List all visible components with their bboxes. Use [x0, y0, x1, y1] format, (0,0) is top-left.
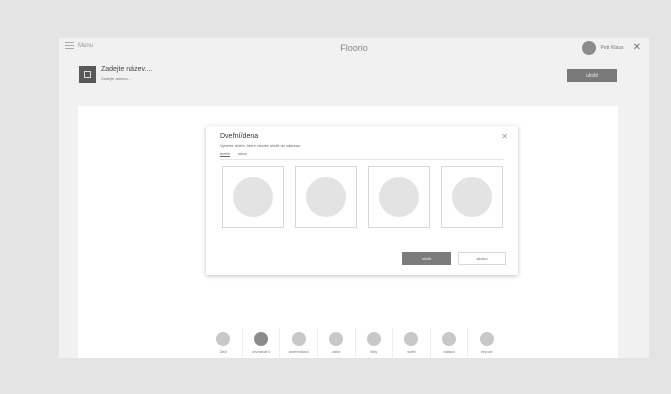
app-window: Menu Floorio Petr Klaus ✕ Zadejte název.… — [59, 38, 649, 358]
placeholder-image — [452, 177, 492, 217]
dialog-cancel-button[interactable]: storno — [458, 252, 506, 265]
dialog-tabs: dveře okna — [220, 151, 247, 157]
option-card[interactable] — [222, 166, 284, 228]
tool-trims[interactable]: lišty — [356, 328, 394, 358]
save-button[interactable]: uložit — [567, 69, 617, 82]
tool-label: otvírávání — [252, 349, 270, 354]
user-menu[interactable]: Petr Klaus ✕ — [581, 41, 641, 55]
dialog-subtitle: Vyberte dveře, které chcete uložit do ná… — [220, 143, 302, 148]
option-card[interactable] — [441, 166, 503, 228]
tool-label: nářadí — [443, 349, 455, 354]
tool-wall[interactable]: Zeď — [205, 328, 243, 358]
floorplan-icon — [79, 66, 96, 83]
tool-label: dveře/okna — [288, 349, 309, 354]
door-window-dialog: Dveřní/dena Vyberte dveře, které chcete … — [206, 126, 518, 275]
user-name: Petr Klaus — [600, 45, 624, 51]
option-cards — [222, 166, 503, 228]
close-icon[interactable]: ✕ — [633, 43, 641, 53]
tool-bar: Zeď otvírávání dveře/okna zařiz lišty sv… — [205, 328, 505, 358]
document-address-input[interactable]: Zadejte adresu... — [101, 76, 131, 81]
option-card[interactable] — [295, 166, 357, 228]
document-header: Zadejte název.... Zadejte adresu... — [79, 66, 619, 90]
tool-label: import — [481, 349, 493, 354]
option-card[interactable] — [368, 166, 430, 228]
tool-openings[interactable]: otvírávání — [243, 328, 281, 358]
tool-import[interactable]: import — [468, 328, 505, 358]
app-title: Floorio — [340, 43, 368, 53]
tool-label: světl — [407, 349, 416, 354]
wall-icon — [216, 332, 231, 346]
tool-furniture[interactable]: zařiz — [318, 328, 356, 358]
tool-label: lišty — [370, 349, 378, 354]
tools-icon — [442, 332, 457, 346]
tool-label: Zeď — [219, 349, 227, 354]
door-icon — [291, 332, 306, 346]
avatar — [581, 41, 596, 55]
tool-label: zařiz — [331, 349, 341, 354]
placeholder-image — [233, 177, 273, 217]
furniture-icon — [329, 332, 344, 346]
top-bar: Menu Floorio Petr Klaus ✕ — [59, 38, 649, 60]
document-title-input[interactable]: Zadejte název.... — [101, 66, 152, 73]
placeholder-image — [306, 177, 346, 217]
placeholder-image — [379, 177, 419, 217]
tool-lights[interactable]: světl — [393, 328, 431, 358]
tool-doors-windows[interactable]: dveře/okna — [280, 328, 318, 358]
dialog-save-button[interactable]: uložit — [402, 252, 451, 265]
tab-doors[interactable]: dveře — [220, 151, 231, 157]
light-icon — [404, 332, 419, 346]
openings-icon — [253, 332, 268, 346]
tab-windows[interactable]: okna — [238, 151, 247, 157]
tool-tools[interactable]: nářadí — [431, 328, 469, 358]
tab-divider — [220, 159, 504, 160]
dialog-title: Dveřní/dena — [220, 133, 259, 140]
import-icon — [479, 332, 494, 346]
trim-icon — [366, 332, 381, 346]
close-icon[interactable]: ✕ — [501, 132, 508, 141]
